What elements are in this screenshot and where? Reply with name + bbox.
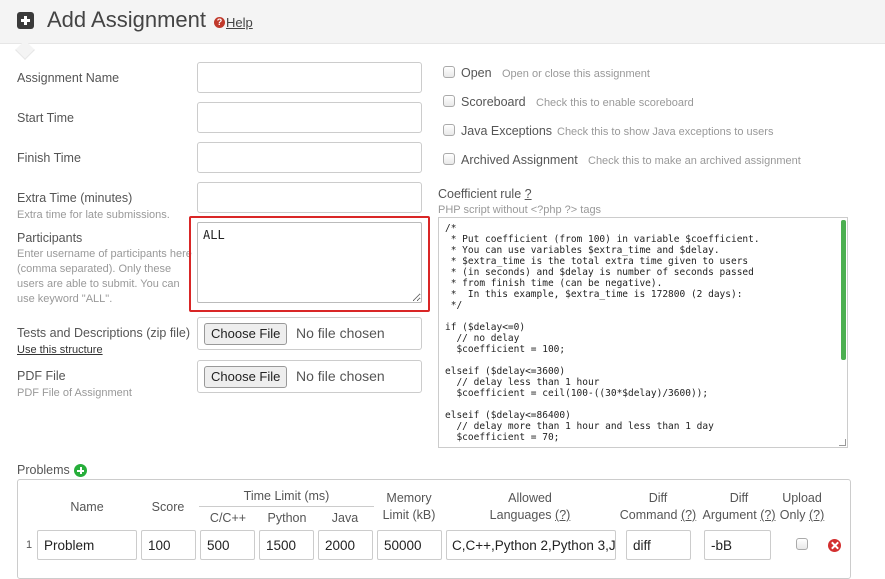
pdf-file-input[interactable]: Choose File No file chosen — [197, 360, 422, 393]
java-exceptions-checkbox[interactable] — [443, 124, 455, 136]
row-number: 1 — [26, 539, 33, 551]
col-memory-2: Limit (kB) — [382, 508, 436, 522]
extra-time-hint: Extra time for late submissions. — [17, 209, 170, 221]
upload-help-link[interactable]: (?) — [809, 508, 824, 522]
open-desc: Open or close this assignment — [502, 68, 650, 80]
archived-desc: Check this to make an archived assignmen… — [588, 155, 801, 167]
coefficient-label-text: Coefficient rule — [438, 187, 522, 201]
col-allowed-2: Languages (?) — [470, 507, 590, 524]
help-link[interactable]: Help — [226, 15, 253, 30]
col-allowed-2-text: Languages — [489, 508, 552, 522]
col-diff-cmd-2: Command (?) — [615, 507, 701, 524]
participants-hint: Enter username of participants here (com… — [17, 248, 192, 305]
time-limit-c-input[interactable]: 500 — [200, 530, 255, 560]
start-time-label: Start Time — [17, 111, 74, 125]
open-checkbox[interactable] — [443, 66, 455, 78]
start-time-input[interactable] — [197, 102, 422, 133]
scoreboard-desc: Check this to enable scoreboard — [536, 97, 694, 109]
allowed-help-link[interactable]: (?) — [555, 508, 570, 522]
col-upload-1: Upload — [782, 491, 822, 505]
problems-label: Problems — [17, 463, 70, 477]
col-diff-cmd-1: Diff — [648, 491, 668, 505]
coefficient-help-link[interactable]: ? — [525, 187, 532, 201]
pdf-file-status: No file chosen — [296, 368, 385, 384]
col-upload-2: Only (?) — [778, 507, 826, 524]
finish-time-input[interactable] — [197, 142, 422, 173]
col-diff-arg-2-text: Argument — [702, 508, 757, 522]
java-exceptions-desc: Check this to show Java exceptions to us… — [557, 126, 774, 138]
col-diff-arg-2: Argument (?) — [697, 507, 781, 524]
code-scrollbar[interactable] — [841, 220, 846, 360]
col-allowed-1: Allowed — [508, 491, 552, 505]
col-score: Score — [151, 500, 185, 514]
java-exceptions-label: Java Exceptions — [461, 124, 553, 138]
problem-name-input[interactable]: Problem — [37, 530, 137, 560]
help-icon[interactable]: ? — [214, 17, 225, 28]
upload-only-checkbox[interactable] — [796, 538, 808, 550]
extra-time-input[interactable] — [197, 182, 422, 213]
archived-label: Archived Assignment — [461, 153, 578, 167]
memory-limit-input[interactable]: 50000 — [377, 530, 442, 560]
add-problem-icon[interactable] — [74, 464, 87, 477]
participants-textarea[interactable]: ALL — [197, 222, 422, 303]
coefficient-code-editor[interactable]: /* * Put coefficient (from 100) in varia… — [438, 217, 848, 448]
col-diff-arg-1: Diff — [729, 491, 749, 505]
pdf-choose-file-button[interactable]: Choose File — [204, 366, 288, 388]
tests-file-status: No file chosen — [296, 325, 385, 341]
code-resize-handle[interactable] — [839, 439, 846, 446]
plus-square-icon — [17, 12, 34, 29]
col-upload-2-text: Only — [779, 508, 806, 522]
page-title: Add Assignment — [47, 7, 206, 32]
col-name: Name — [70, 500, 104, 514]
assignment-name-input[interactable] — [197, 62, 422, 93]
scoreboard-label: Scoreboard — [461, 95, 526, 109]
col-c-cpp: C/C++ — [209, 511, 247, 525]
coefficient-label: Coefficient rule ? — [438, 187, 532, 201]
tests-label: Tests and Descriptions (zip file) — [17, 326, 190, 340]
problem-score-input[interactable]: 100 — [141, 530, 196, 560]
page-header: Add Assignment ? Help — [0, 0, 885, 60]
assignment-name-label: Assignment Name — [17, 71, 120, 85]
coefficient-code[interactable]: /* * Put coefficient (from 100) in varia… — [439, 218, 847, 447]
participants-label: Participants — [17, 231, 83, 245]
col-java: Java — [331, 511, 359, 525]
tests-file-input[interactable]: Choose File No file chosen — [197, 317, 422, 350]
col-memory-1: Memory — [386, 491, 432, 505]
diff-argument-input[interactable]: -bB — [704, 530, 771, 560]
diff-command-input[interactable]: diff — [626, 530, 691, 560]
use-structure-link[interactable]: Use this structure — [17, 344, 103, 356]
col-time-limit: Time Limit (ms) — [243, 489, 330, 503]
pdf-label: PDF File — [17, 369, 66, 383]
tests-choose-file-button[interactable]: Choose File — [204, 323, 288, 345]
coefficient-hint: PHP script without <?php ?> tags — [438, 204, 602, 216]
scoreboard-checkbox[interactable] — [443, 95, 455, 107]
col-diff-cmd-2-text: Command — [619, 508, 678, 522]
finish-time-label: Finish Time — [17, 151, 81, 165]
open-label: Open — [461, 66, 492, 80]
time-limit-java-input[interactable]: 2000 — [318, 530, 373, 560]
time-limit-divider — [199, 506, 374, 507]
diff-cmd-help-link[interactable]: (?) — [681, 508, 696, 522]
pdf-hint: PDF File of Assignment — [17, 387, 132, 399]
time-limit-python-input[interactable]: 1500 — [259, 530, 314, 560]
allowed-languages-input[interactable]: C,C++,Python 2,Python 3,J — [446, 530, 616, 560]
diff-arg-help-link[interactable]: (?) — [760, 508, 775, 522]
delete-problem-icon[interactable] — [828, 539, 841, 552]
col-python: Python — [267, 511, 307, 525]
archived-checkbox[interactable] — [443, 153, 455, 165]
header-pointer — [15, 40, 35, 60]
extra-time-label: Extra Time (minutes) — [17, 191, 133, 205]
